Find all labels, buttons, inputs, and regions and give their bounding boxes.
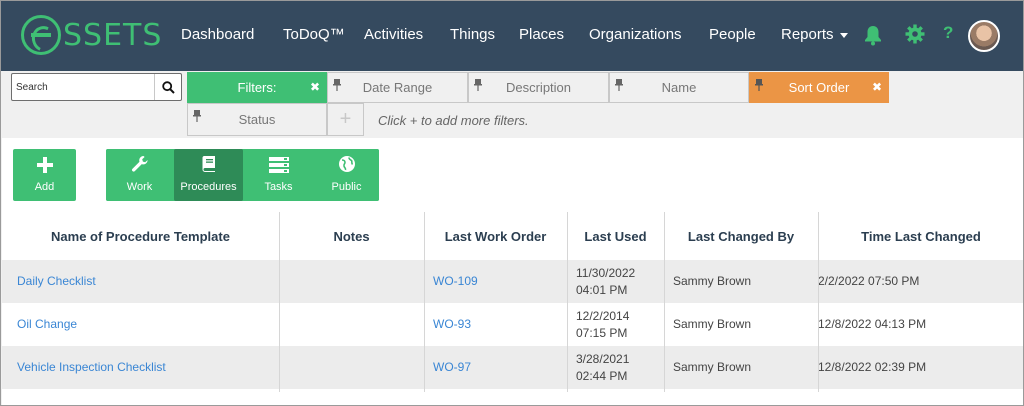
time-changed-cell: 2/2/2022 07:50 PM [818, 274, 920, 288]
work-order-link[interactable]: WO-93 [433, 316, 471, 333]
time-changed-cell: 12/8/2022 04:13 PM [818, 317, 927, 331]
nav-places[interactable]: Places [519, 25, 564, 45]
last-used-time: 07:15 PM [576, 325, 628, 340]
filter-status[interactable]: Status [187, 103, 327, 136]
column-header-name[interactable]: Name of Procedure Template [2, 212, 279, 260]
filter-sort-order-label: Sort Order [788, 80, 850, 95]
tasks-button-label: Tasks [264, 181, 293, 193]
public-button[interactable]: Public [314, 149, 379, 201]
avatar[interactable] [968, 20, 1000, 52]
tasks-list-icon [268, 157, 289, 173]
add-filter-button[interactable]: + [327, 103, 364, 136]
filter-name[interactable]: Name [609, 72, 749, 103]
nav-reports[interactable]: Reports [781, 25, 848, 45]
logo-text: SSETS [63, 17, 163, 53]
search-button[interactable] [154, 74, 181, 100]
tasks-button[interactable]: Tasks [244, 149, 313, 201]
filter-bar: Filters: ✖ Date Range Description Name S… [2, 71, 1023, 137]
column-divider [567, 212, 568, 392]
column-header-last-used[interactable]: Last Used [567, 212, 664, 260]
clear-filters-icon[interactable]: ✖ [310, 80, 320, 94]
procedures-button[interactable]: Procedures [174, 149, 243, 201]
work-order-link[interactable]: WO-109 [433, 273, 478, 290]
changed-by-cell: Sammy Brown [673, 360, 752, 374]
filter-status-label: Status [238, 112, 276, 127]
table-row[interactable]: Vehicle Inspection Checklist WO-97 3/28/… [2, 346, 1023, 389]
bell-icon[interactable] [863, 24, 885, 46]
add-filter-hint: Click + to add more filters. [378, 113, 529, 128]
column-divider [818, 212, 819, 392]
pin-icon [193, 110, 201, 122]
column-divider [279, 212, 280, 392]
table-header: Name of Procedure Template Notes Last Wo… [2, 212, 1023, 260]
filter-date-range-label: Date Range [362, 80, 433, 95]
filter-description-label: Description [505, 80, 572, 95]
procedure-name-link[interactable]: Vehicle Inspection Checklist [17, 359, 166, 376]
essets-logo[interactable]: SSETS [21, 13, 162, 57]
column-header-last-changed-by[interactable]: Last Changed By [664, 212, 818, 260]
plus-icon [36, 157, 53, 173]
table-row[interactable]: Oil Change WO-93 12/2/2014 07:15 PM Samm… [2, 303, 1023, 346]
time-changed-cell: 12/8/2022 02:39 PM [818, 360, 927, 374]
nav-things[interactable]: Things [450, 25, 495, 45]
filters-header[interactable]: Filters: ✖ [187, 72, 327, 103]
last-used-date: 11/30/2022 [576, 265, 636, 280]
public-button-label: Public [331, 181, 362, 193]
procedures-button-label: Procedures [180, 181, 237, 193]
column-divider [664, 212, 665, 392]
top-navigation: SSETS Dashboard ToDoQ™ Activities Things… [1, 1, 1023, 71]
search-box [11, 73, 182, 101]
last-used-date: 3/28/2021 [576, 351, 630, 366]
changed-by-cell: Sammy Brown [673, 274, 752, 288]
column-header-last-work-order[interactable]: Last Work Order [424, 212, 567, 260]
column-divider [424, 212, 425, 392]
nav-dashboard[interactable]: Dashboard [181, 25, 254, 45]
table-row[interactable]: Daily Checklist WO-109 11/30/2022 04:01 … [2, 260, 1023, 303]
work-button[interactable]: Work [106, 149, 173, 201]
add-button-label: Add [34, 181, 55, 193]
nav-todoq[interactable]: ToDoQ™ [283, 25, 345, 45]
nav-activities[interactable]: Activities [364, 25, 423, 45]
book-icon [201, 156, 215, 172]
nav-reports-label: Reports [781, 26, 834, 43]
last-used-time: 02:44 PM [576, 368, 628, 383]
pin-icon [615, 79, 623, 91]
filters-header-label: Filters: [237, 80, 277, 95]
procedure-name-link[interactable]: Daily Checklist [17, 273, 96, 290]
help-icon[interactable]: ? [943, 23, 953, 43]
add-button[interactable]: Add [13, 149, 76, 201]
main-panel: Add Work Procedures Tasks Public Name of… [2, 138, 1023, 405]
app-window: SSETS Dashboard ToDoQ™ Activities Things… [0, 0, 1024, 406]
filter-name-label: Name [661, 80, 697, 95]
filter-sort-order[interactable]: Sort Order ✖ [749, 72, 889, 103]
pin-icon [474, 79, 482, 91]
column-header-notes[interactable]: Notes [279, 212, 424, 260]
last-used-date: 12/2/2014 [576, 308, 630, 323]
work-button-label: Work [126, 181, 153, 193]
chevron-down-icon [839, 32, 848, 38]
column-header-time-last-changed[interactable]: Time Last Changed [818, 212, 1023, 260]
remove-sort-icon[interactable]: ✖ [872, 80, 882, 94]
work-order-link[interactable]: WO-97 [433, 359, 471, 376]
gear-icon[interactable] [905, 24, 927, 46]
nav-people[interactable]: People [709, 25, 756, 45]
search-icon [161, 80, 175, 94]
last-used-time: 04:01 PM [576, 282, 628, 297]
filter-date-range[interactable]: Date Range [327, 72, 468, 103]
changed-by-cell: Sammy Brown [673, 317, 752, 331]
globe-icon [338, 156, 355, 172]
wrench-icon [131, 156, 148, 172]
search-input[interactable] [12, 74, 154, 100]
procedure-name-link[interactable]: Oil Change [17, 316, 77, 333]
logo-e-mark [21, 15, 61, 55]
pin-icon [333, 79, 341, 91]
filter-description[interactable]: Description [468, 72, 609, 103]
pin-icon [755, 79, 763, 91]
nav-organizations[interactable]: Organizations [589, 25, 682, 45]
